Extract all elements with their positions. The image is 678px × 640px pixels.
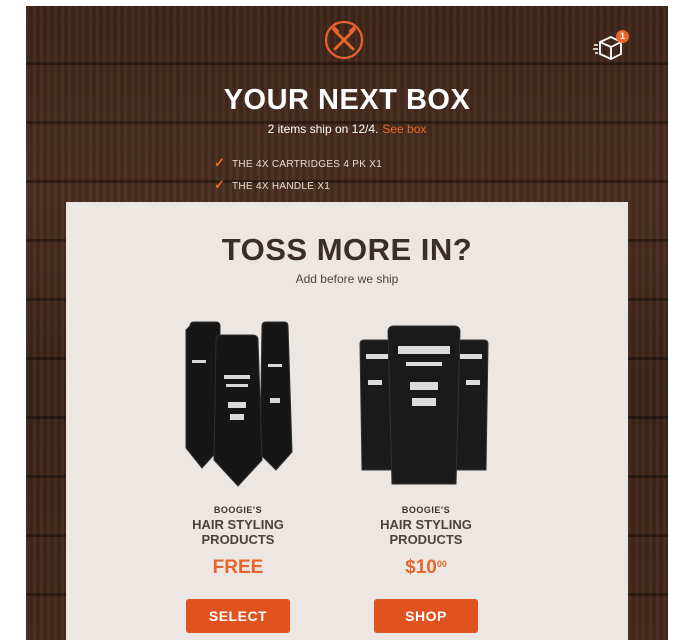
item-label: THE 4X CARTRIDGES 4 PK X1 <box>232 159 383 170</box>
product-name: HAIR STYLING PRODUCTS <box>192 517 284 547</box>
ship-text: 2 items ship on 12/4. <box>267 122 379 136</box>
select-button[interactable]: SELECT <box>186 599 290 633</box>
product-price: FREE <box>212 557 264 578</box>
cart-count-badge: 1 <box>616 30 629 43</box>
shop-button[interactable]: SHOP <box>374 599 478 633</box>
crossed-razors-icon[interactable] <box>324 20 364 60</box>
list-item: ✓ THE 4X HANDLE X1 <box>214 174 382 196</box>
price-dollars: $10 <box>405 557 437 578</box>
hair-gel-tubes-image[interactable] <box>346 320 506 495</box>
product-brand: BOOGIE'S <box>401 505 451 515</box>
checkmark-icon: ✓ <box>214 155 226 170</box>
upsell-subtitle: Add before we ship <box>295 272 399 286</box>
product-card-packets: BOOGIE'S HAIR STYLING PRODUCTS FREE SELE… <box>158 320 318 633</box>
list-item: ✓ THE 4X CARTRIDGES 4 PK X1 <box>214 152 382 174</box>
product-card-tubes: BOOGIE'S HAIR STYLING PRODUCTS $1000 SHO… <box>346 320 506 633</box>
see-box-link[interactable]: See box <box>382 122 426 136</box>
hair-gel-packets-image[interactable] <box>158 320 318 495</box>
upsell-panel: TOSS MORE IN? Add before we ship BOOGIE'… <box>66 202 628 640</box>
checkmark-icon: ✓ <box>214 177 226 192</box>
product-brand: BOOGIE'S <box>213 505 263 515</box>
product-price: $1000 <box>346 557 506 579</box>
page-title: YOUR NEXT BOX <box>223 84 471 116</box>
ship-info: 2 items ship on 12/4. See box <box>26 122 668 136</box>
email-canvas: 1 YOUR NEXT BOX 2 items ship on 12/4. See… <box>26 6 668 640</box>
item-label: THE 4X HANDLE X1 <box>232 181 331 192</box>
product-name: HAIR STYLING PRODUCTS <box>380 517 472 547</box>
box-items-list: ✓ THE 4X CARTRIDGES 4 PK X1 ✓ THE 4X HANDL… <box>214 152 382 196</box>
price-cents: 00 <box>436 559 447 569</box>
upsell-title: TOSS MORE IN? <box>221 232 473 267</box>
